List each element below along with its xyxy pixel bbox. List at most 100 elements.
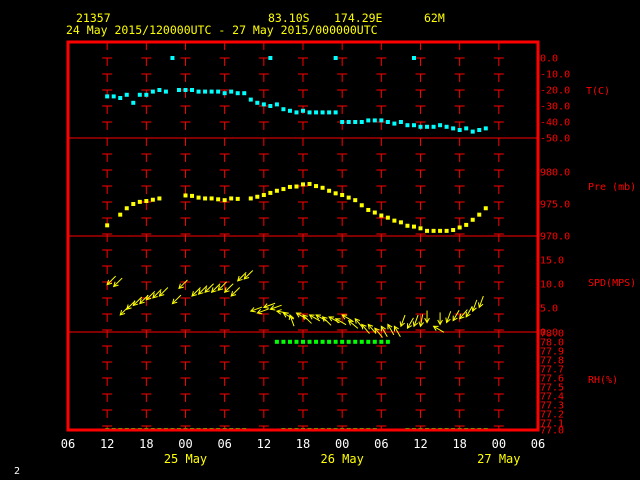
x-tick-label: 06 (217, 437, 231, 451)
temperature-point (307, 110, 312, 115)
time-period: 24 May 2015/120000UTC - 27 May 2015/0000… (66, 23, 378, 37)
wind-vector (347, 319, 359, 329)
y-tick-label: 970.0 (540, 232, 570, 243)
pressure-point (385, 215, 390, 220)
pressure-point (327, 188, 332, 193)
temperature-point (216, 89, 221, 94)
temperature-point (118, 96, 123, 100)
rh-point (333, 339, 338, 344)
wind-vector (399, 314, 406, 328)
temperature-point (176, 88, 181, 92)
temperature-point (287, 108, 292, 113)
panel-label: RH(%) (588, 375, 618, 386)
temperature-point (379, 118, 384, 123)
pressure-point (137, 199, 142, 204)
temperature-point (163, 89, 168, 94)
pressure-point (229, 196, 234, 201)
rh-point (294, 339, 299, 344)
pressure-point (464, 222, 469, 227)
x-tick-label: 06 (374, 437, 388, 451)
data-marks (105, 56, 488, 431)
temperature-point (222, 91, 227, 96)
temperature-point (444, 124, 449, 129)
temperature-point (411, 123, 416, 128)
pressure-point (235, 196, 240, 201)
pressure-point (411, 224, 416, 229)
temperature-point (392, 121, 397, 126)
wind-vector (406, 317, 414, 330)
x-tick-label: 18 (296, 437, 310, 451)
temperature-point (124, 92, 129, 97)
wind-vector (412, 314, 419, 328)
pressure-point (248, 196, 253, 201)
wind-vector (178, 279, 188, 290)
temperature-point (235, 91, 240, 96)
temperature-point (183, 88, 188, 92)
pressure-point (203, 196, 208, 201)
temperature-point (405, 123, 410, 128)
rh-point (379, 339, 384, 344)
temperature-point (470, 129, 475, 134)
panel-label: SPD(MPS) (588, 278, 636, 289)
pressure-point (346, 195, 351, 200)
temperature-point (242, 91, 247, 96)
pressure-point (444, 228, 449, 233)
rh-point (366, 339, 371, 344)
temperature-point (268, 56, 273, 60)
temperature-point (229, 89, 234, 94)
temperature-point (372, 118, 377, 123)
y-tick-label: -30.0 (540, 102, 570, 113)
pressure-point (359, 203, 364, 208)
temperature-point (203, 89, 208, 94)
temperature-point (359, 120, 364, 124)
wind-vector (341, 314, 353, 322)
temperature-point (281, 107, 286, 112)
pressure-point (392, 218, 397, 223)
wind-vector (269, 304, 282, 311)
pressure-point (320, 185, 325, 190)
temperature-point (425, 124, 430, 129)
station-elevation: 62M (424, 11, 445, 25)
y-tick-label: -50.0 (540, 134, 570, 145)
temperature-point (150, 89, 155, 94)
pressure-point (307, 181, 312, 186)
temperature-point (333, 110, 338, 115)
pressure-point (333, 191, 338, 196)
wind-vector (465, 306, 473, 318)
temperature-point (451, 126, 456, 131)
pressure-point (274, 188, 279, 193)
temperature-point (320, 110, 325, 115)
pressure-point (483, 206, 488, 211)
rh-point (307, 339, 312, 344)
pressure-point (431, 228, 436, 233)
y-tick-label: 5.0 (540, 304, 558, 315)
pressure-point (372, 210, 377, 215)
wind-vector (424, 310, 430, 324)
pressure-point (405, 223, 410, 228)
temperature-point (483, 126, 488, 131)
pressure-point (470, 217, 475, 222)
rh-point (327, 339, 332, 344)
wind-vector (432, 325, 445, 333)
station-time-series-chart: 21357 83.10S 174.29E 62M 24 May 2015/120… (14, 11, 636, 477)
temperature-point (111, 94, 116, 99)
pressure-point (131, 202, 136, 206)
pressure-point (340, 193, 345, 198)
temperature-point (268, 104, 273, 108)
wind-vector (112, 277, 123, 288)
right-axis-labels: 0.0 -10.0 -20.0 -30.0 -40.0 -50.0 980.0 975.0 97… (540, 54, 636, 437)
temperature-point (157, 88, 162, 92)
wind-vector (171, 294, 182, 305)
temperature-point (431, 124, 436, 129)
pressure-point (425, 228, 430, 233)
pressure-point (301, 182, 305, 187)
pressure-point (157, 196, 162, 201)
wind-vector (288, 313, 295, 327)
pressure-point (183, 193, 188, 198)
pressure-point (294, 184, 299, 189)
rh-point (301, 339, 305, 344)
wind-vector (243, 270, 254, 280)
rh-point (340, 339, 345, 344)
rh-point (274, 339, 279, 344)
pressure-point (268, 190, 273, 195)
